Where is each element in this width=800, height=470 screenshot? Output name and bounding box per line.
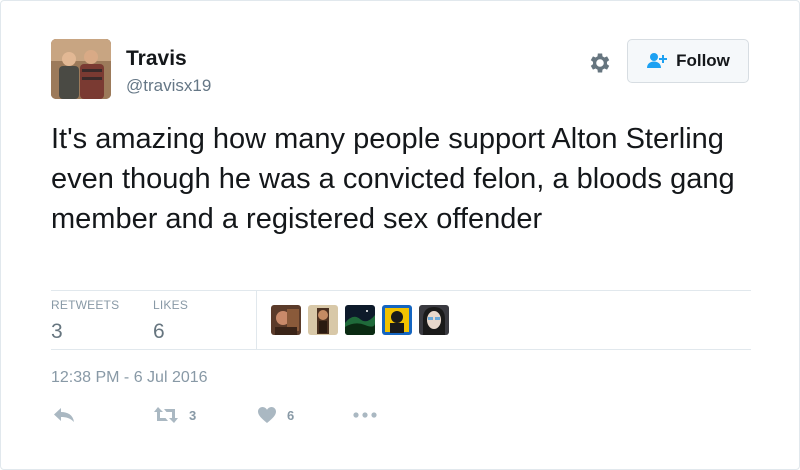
retweets-count: 3: [51, 320, 63, 343]
like-count: 6: [287, 407, 295, 423]
avatar[interactable]: [51, 39, 111, 99]
divider: [51, 290, 751, 291]
more-dots-icon: [353, 412, 377, 418]
follow-button[interactable]: Follow: [627, 39, 749, 83]
reply-button[interactable]: [53, 407, 75, 423]
retweet-button[interactable]: 3: [153, 406, 196, 424]
divider: [51, 349, 751, 350]
liker-avatars: [271, 305, 449, 335]
liker-avatar[interactable]: [308, 305, 338, 335]
tweet-timestamp[interactable]: 12:38 PM - 6 Jul 2016: [51, 369, 208, 387]
tweet-text: It's amazing how many people support Alt…: [51, 123, 735, 235]
stats-separator: [256, 291, 257, 349]
likes-label: LIKES: [153, 298, 189, 312]
heart-icon: [258, 407, 276, 423]
retweet-count: 3: [189, 407, 197, 423]
liker-avatar[interactable]: [345, 305, 375, 335]
gear-icon[interactable]: [587, 50, 613, 76]
likes-stat[interactable]: LIKES 6: [153, 298, 188, 344]
liker-avatar[interactable]: [382, 305, 412, 335]
add-person-icon: [647, 53, 668, 68]
retweet-icon: [154, 407, 178, 423]
user-name[interactable]: Travis: [126, 47, 187, 71]
retweets-stat[interactable]: RETWEETS 3: [51, 298, 119, 344]
more-button[interactable]: [353, 412, 377, 418]
liker-avatar[interactable]: [419, 305, 449, 335]
likes-count: 6: [153, 320, 165, 343]
liker-avatar[interactable]: [271, 305, 301, 335]
tweet-card: Travis @travisx19 Follow It's amazing ho…: [0, 0, 800, 470]
reply-icon: [54, 408, 74, 422]
follow-button-label: Follow: [676, 51, 730, 70]
user-handle[interactable]: @travisx19: [126, 76, 211, 96]
like-button[interactable]: 6: [257, 406, 294, 424]
retweets-label: RETWEETS: [51, 298, 120, 312]
